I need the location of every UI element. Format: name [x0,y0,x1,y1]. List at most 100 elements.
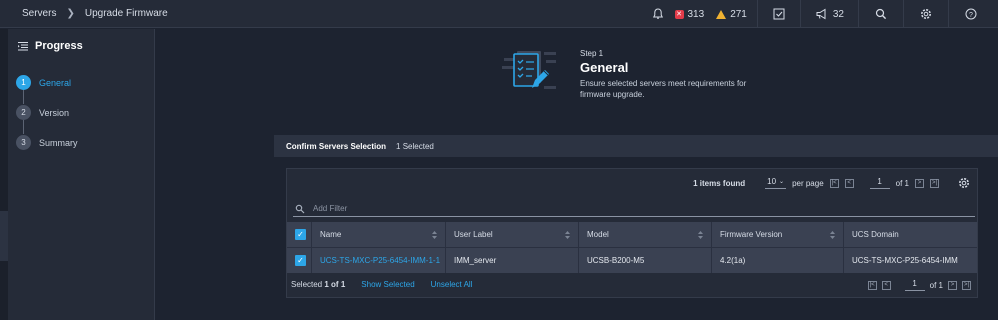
selected-count: 1 Selected [396,141,434,151]
help-button[interactable]: ? [949,0,998,28]
selected-summary: Selected 1 of 1 [291,280,345,289]
bottom-pagination: |< < 1 of 1 > >| [867,279,971,291]
svg-text:?: ? [969,12,973,19]
breadcrumb-current: Upgrade Firmware [84,8,168,19]
chevron-down-icon: ⌄ [779,179,785,185]
items-found: 1 items found [693,178,746,188]
cell-name: UCS-TS-MXC-P25-6454-IMM-1-1 [312,248,446,273]
next-page-button[interactable]: > [915,178,924,188]
search-button[interactable] [859,0,903,28]
page-number-input[interactable]: 1 [904,279,925,291]
checklist-illustration-icon [502,51,556,89]
filter-placeholder: Add Filter [313,204,348,213]
step-label: General [39,77,72,88]
step-label: Version [39,107,70,118]
column-header-model[interactable]: Model [579,222,712,247]
progress-header: Progress [18,40,83,52]
top-pagination: 1 items found 10 ⌄ per page |< < 1 of 1 … [693,177,939,189]
column-header-ucs-domain[interactable]: UCS Domain [844,222,977,247]
warning-alarm-count: 271 [730,8,747,20]
select-all-checkbox[interactable]: ✓ [295,229,306,240]
step-description: Ensure selected servers meet requirement… [580,79,747,99]
table-header: ✓ Name User Label Model Firmware Version… [287,222,977,247]
critical-alarm-count: 313 [687,8,705,20]
row-checkbox[interactable]: ✓ [295,255,306,266]
step-version[interactable]: 2 Version [16,105,69,120]
last-page-button[interactable]: >| [930,178,939,188]
sort-icon [698,231,703,239]
row-select-cell: ✓ [287,248,312,273]
step-connector [23,120,24,134]
critical-alarm-icon: ✕ [674,9,684,19]
per-page-label: per page [792,178,824,188]
sort-icon [830,231,835,239]
first-page-button[interactable]: |< [867,280,877,290]
breadcrumb: Servers ❯ Upgrade Firmware [22,8,168,19]
progress-panel: Progress 1 General 2 Version 3 Summary [8,29,155,320]
select-all-cell: ✓ [287,222,312,247]
breadcrumb-servers[interactable]: Servers [22,8,56,19]
cell-text: 4.2(1a) [720,256,746,265]
step-title: General [580,60,629,75]
step-number: 2 [16,105,31,120]
progress-title: Progress [35,40,83,52]
announcements-button[interactable]: 32 [801,0,858,28]
nav-strip-block [0,211,8,261]
search-icon [875,8,887,20]
cell-text: UCSB-B200-M5 [587,256,645,265]
column-header-user-label[interactable]: User Label [446,222,579,247]
column-label: Firmware Version [720,230,783,239]
step-label: Summary [39,137,78,148]
confirm-servers-bar: Confirm Servers Selection 1 Selected [274,135,998,157]
page-size-select[interactable]: 10 ⌄ [765,177,787,189]
cell-text: IMM_server [454,256,497,265]
selected-prefix: Selected [291,280,323,289]
search-icon [295,204,305,213]
add-filter-input[interactable]: Add Filter [293,201,975,217]
chevron-right-icon: ❯ [66,8,75,19]
column-label: Name [320,230,342,239]
task-check-icon [773,8,785,20]
table-row[interactable]: ✓ UCS-TS-MXC-P25-6454-IMM-1-1 IMM_server… [287,247,977,273]
nav-strip [0,29,8,320]
list-collapse-icon[interactable] [18,41,28,51]
announcement-count: 32 [832,8,844,20]
bell-icon [652,8,663,19]
unselect-all-link[interactable]: Unselect All [431,280,473,289]
help-icon: ? [965,8,977,20]
cell-firmware: 4.2(1a) [712,248,844,273]
table-settings-gear-icon[interactable] [957,176,971,190]
step-number-label: Step 1 [580,49,604,58]
next-page-button[interactable]: > [948,280,957,290]
selected-count-value: 1 of 1 [324,280,346,289]
prev-page-button[interactable]: < [881,280,891,290]
settings-button[interactable] [904,0,948,28]
gear-icon [921,9,931,19]
page-number-input[interactable]: 1 [869,177,890,189]
page-of-label: of 1 [929,280,943,290]
page-of-label: of 1 [895,178,909,188]
alarms-button[interactable]: ✕ 313 271 [674,0,757,28]
column-label: Model [587,230,609,239]
column-header-name[interactable]: Name [312,222,446,247]
servers-table-card: 1 items found 10 ⌄ per page |< < 1 of 1 … [286,168,978,298]
warning-alarm-icon [716,9,727,19]
column-header-firmware-version[interactable]: Firmware Version [712,222,844,247]
last-page-button[interactable]: >| [962,280,971,290]
column-label: UCS Domain [852,230,899,239]
step-summary[interactable]: 3 Summary [16,135,78,150]
cell-domain: UCS-TS-MXC-P25-6454-IMM [844,248,977,273]
first-page-button[interactable]: |< [829,178,839,188]
top-bar: Servers ❯ Upgrade Firmware ✕ 313 271 32 [0,0,998,28]
step-general[interactable]: 1 General [16,75,71,90]
server-name-link[interactable]: UCS-TS-MXC-P25-6454-IMM-1-1 [320,256,440,265]
prev-page-button[interactable]: < [844,178,854,188]
cell-model: UCSB-B200-M5 [579,248,712,273]
notifications-button[interactable] [641,0,675,28]
megaphone-icon [816,8,826,20]
column-label: User Label [454,230,493,239]
show-selected-link[interactable]: Show Selected [361,280,414,289]
tasks-button[interactable] [758,0,800,28]
sort-icon [432,231,437,239]
step-number: 3 [16,135,31,150]
